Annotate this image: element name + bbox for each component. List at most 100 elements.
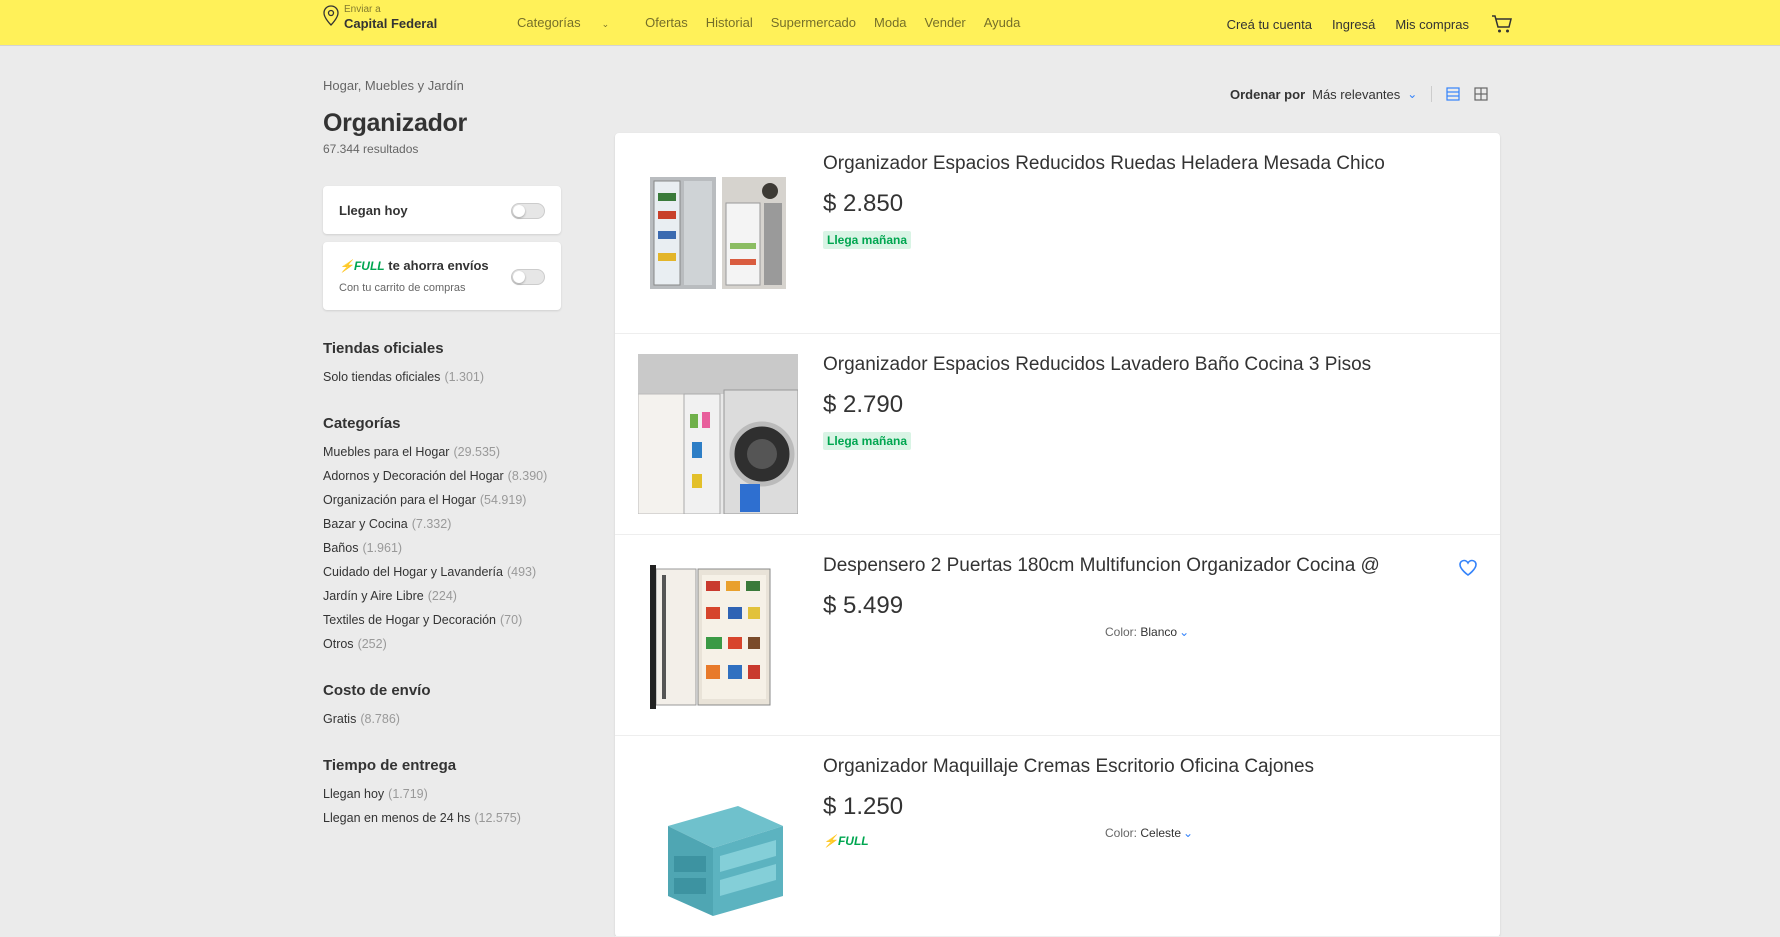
page-title: Organizador bbox=[323, 109, 467, 137]
product-image[interactable] bbox=[638, 354, 798, 514]
shipping-badge: Llega mañana bbox=[823, 231, 912, 249]
color-selector[interactable]: Color: Blanco ⌄ bbox=[1105, 625, 1189, 639]
full-shipping-toggle[interactable] bbox=[511, 269, 545, 285]
full-badge: ⚡FULL bbox=[339, 259, 385, 273]
filter-option-count: (7.332) bbox=[411, 517, 452, 531]
divider bbox=[1431, 86, 1433, 102]
location-pin-icon bbox=[323, 5, 339, 26]
product-image[interactable] bbox=[638, 153, 798, 313]
filter-option-label: Baños bbox=[323, 541, 359, 555]
filter-option[interactable]: Organización para el Hogar (54.919) bbox=[323, 492, 583, 508]
product-price: $ 2.850 bbox=[823, 190, 904, 217]
filters-sidebar: Hogar, Muebles y Jardín Organizador 67.3… bbox=[323, 78, 583, 834]
filter-option-label: Muebles para el Hogar bbox=[323, 445, 450, 459]
nav-historial[interactable]: Historial bbox=[706, 15, 753, 30]
filter-option[interactable]: Cuidado del Hogar y Lavandería (493) bbox=[323, 564, 583, 580]
cart-icon[interactable] bbox=[1491, 14, 1513, 34]
create-account-link[interactable]: Creá tu cuenta bbox=[1227, 17, 1312, 32]
product-title[interactable]: Organizador Espacios Reducidos Lavadero … bbox=[823, 354, 1371, 376]
color-label: Color: bbox=[1105, 826, 1138, 840]
location-value: Capital Federal bbox=[344, 16, 438, 31]
filter-section-title: Tiendas oficiales bbox=[323, 340, 444, 357]
filter-option[interactable]: Adornos y Decoración del Hogar (8.390) bbox=[323, 468, 583, 484]
filter-option-label: Otros bbox=[323, 637, 354, 651]
filter-option-count: (493) bbox=[506, 565, 537, 579]
filter-option-count: (29.535) bbox=[453, 445, 501, 459]
nav-supermercado[interactable]: Supermercado bbox=[771, 15, 856, 30]
account-nav: Creá tu cuenta Ingresá Mis compras bbox=[1207, 14, 1513, 34]
filter-option-count: (252) bbox=[357, 637, 387, 651]
filter-option-label: Solo tiendas oficiales bbox=[323, 370, 441, 384]
filter-option[interactable]: Gratis (8.786) bbox=[323, 711, 583, 727]
main-nav: Categorías ⌄ Ofertas Historial Supermerca… bbox=[517, 15, 1038, 30]
chevron-down-icon[interactable]: ⌄ bbox=[1407, 87, 1417, 101]
result-item[interactable]: Organizador Maquillaje Cremas Escritorio… bbox=[615, 736, 1500, 937]
product-price: $ 5.499 bbox=[823, 592, 904, 619]
filter-option-label: Textiles de Hogar y Decoración bbox=[323, 613, 496, 627]
chevron-down-icon: ⌄ bbox=[1183, 826, 1194, 840]
product-image[interactable] bbox=[638, 555, 798, 715]
filter-option[interactable]: Llegan en menos de 24 hs (12.575) bbox=[323, 810, 583, 826]
top-header: Enviar a Capital Federal Categorías ⌄ Ofe… bbox=[0, 0, 1780, 45]
filter-section-title: Costo de envío bbox=[323, 682, 431, 699]
filter-option-count: (54.919) bbox=[479, 493, 527, 507]
chevron-down-icon: ⌄ bbox=[1179, 625, 1190, 639]
filter-sections: Tiendas oficiales Solo tiendas oficiales(… bbox=[323, 340, 583, 826]
filter-option-label: Cuidado del Hogar y Lavandería bbox=[323, 565, 503, 579]
filter-option-count: (1.961) bbox=[362, 541, 403, 555]
arrive-today-toggle[interactable] bbox=[511, 203, 545, 219]
location-selector[interactable]: Enviar a Capital Federal bbox=[323, 3, 437, 31]
product-image[interactable] bbox=[638, 756, 798, 916]
filter-section-title: Tiempo de entrega bbox=[323, 757, 457, 774]
filter-option-count: (12.575) bbox=[474, 811, 521, 825]
login-link[interactable]: Ingresá bbox=[1332, 17, 1375, 32]
filter-option[interactable]: Bazar y Cocina (7.332) bbox=[323, 516, 583, 532]
result-item[interactable]: Organizador Espacios Reducidos Lavadero … bbox=[615, 334, 1500, 535]
nav-ofertas[interactable]: Ofertas bbox=[645, 15, 688, 30]
filter-section-title: Categorías bbox=[323, 415, 401, 432]
filter-option[interactable]: Llegan hoy (1.719) bbox=[323, 786, 583, 802]
filter-option-label: Bazar y Cocina bbox=[323, 517, 408, 531]
result-item[interactable]: Organizador Espacios Reducidos Ruedas He… bbox=[615, 133, 1500, 334]
filter-option[interactable]: Otros (252) bbox=[323, 636, 583, 652]
product-title[interactable]: Organizador Maquillaje Cremas Escritorio… bbox=[823, 756, 1314, 778]
filter-option[interactable]: Baños (1.961) bbox=[323, 540, 583, 556]
nav-vender[interactable]: Vender bbox=[925, 15, 966, 30]
favorite-icon[interactable] bbox=[1458, 559, 1478, 582]
filter-option[interactable]: Solo tiendas oficiales (1.301) bbox=[323, 369, 583, 385]
product-title[interactable]: Organizador Espacios Reducidos Ruedas He… bbox=[823, 153, 1385, 175]
nav-moda[interactable]: Moda bbox=[874, 15, 907, 30]
nav-ayuda[interactable]: Ayuda bbox=[984, 15, 1021, 30]
filter-option[interactable]: Muebles para el Hogar (29.535) bbox=[323, 444, 583, 460]
results-count: 67.344 resultados bbox=[323, 142, 419, 156]
list-view-icon[interactable] bbox=[1446, 87, 1460, 101]
filter-option-label: Adornos y Decoración del Hogar bbox=[323, 469, 504, 483]
filter-option-label: Gratis bbox=[323, 712, 357, 726]
breadcrumb[interactable]: Hogar, Muebles y Jardín bbox=[323, 78, 583, 93]
sort-label: Ordenar por bbox=[1230, 86, 1306, 102]
color-value: Blanco bbox=[1140, 625, 1178, 639]
product-price: $ 2.790 bbox=[823, 391, 904, 418]
color-selector[interactable]: Color: Celeste ⌄ bbox=[1105, 826, 1193, 840]
results-list: Organizador Espacios Reducidos Ruedas He… bbox=[615, 133, 1500, 937]
grid-view-icon[interactable] bbox=[1474, 87, 1488, 101]
sort-bar: Ordenar por Más relevantes ⌄ bbox=[1230, 86, 1488, 102]
product-title[interactable]: Despensero 2 Puertas 180cm Multifuncion … bbox=[823, 555, 1380, 577]
chevron-down-icon: ⌄ bbox=[601, 19, 610, 29]
filter-option[interactable]: Textiles de Hogar y Decoración (70) bbox=[323, 612, 583, 628]
filter-option[interactable]: Jardín y Aire Libre (224) bbox=[323, 588, 583, 604]
filter-option-count: (1.719) bbox=[388, 787, 428, 801]
filter-option-count: (1.301) bbox=[444, 370, 485, 384]
sort-select[interactable]: Más relevantes bbox=[1312, 87, 1400, 102]
result-item[interactable]: Despensero 2 Puertas 180cm Multifuncion … bbox=[615, 535, 1500, 736]
nav-categorias[interactable]: Categorías ⌄ bbox=[517, 15, 627, 30]
color-label: Color: bbox=[1105, 625, 1138, 639]
filter-option-count: (224) bbox=[427, 589, 457, 603]
product-price: $ 1.250 bbox=[823, 793, 904, 820]
bolt-icon: ⚡ bbox=[823, 834, 838, 848]
filter-option-count: (8.786) bbox=[360, 712, 400, 726]
my-purchases-link[interactable]: Mis compras bbox=[1395, 17, 1469, 32]
filter-section: Tiempo de entrega Llegan hoy (1.719) Llegan… bbox=[323, 757, 583, 826]
full-shipping-label: ⚡FULL te ahorra envíos bbox=[339, 258, 489, 273]
filter-option-label: Jardín y Aire Libre bbox=[323, 589, 424, 603]
